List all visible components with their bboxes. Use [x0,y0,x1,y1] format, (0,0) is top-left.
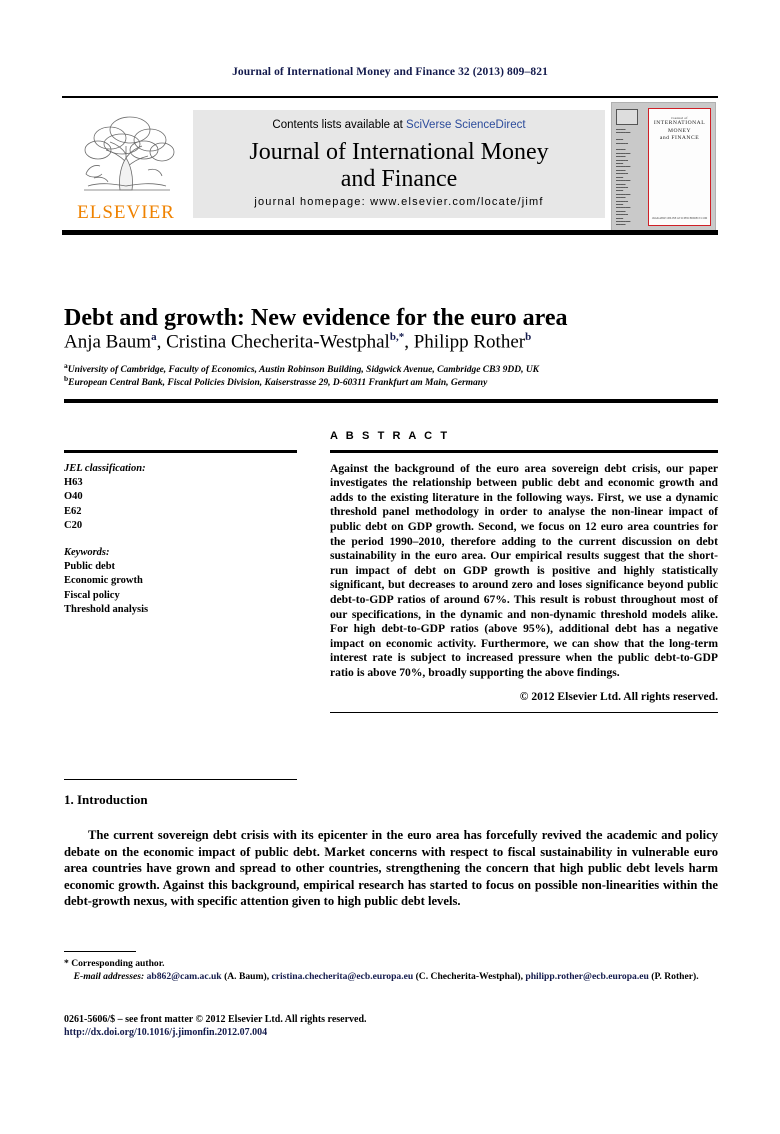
keyword-2: Fiscal policy [64,589,120,601]
jel-code-0: H63 [64,476,83,488]
section-heading-introduction: 1. Introduction [64,792,148,807]
keywords-label: Keywords: [64,546,110,558]
abstract-column: A B S T R A C T Against the background o… [330,430,718,713]
journal-cover-thumbnail: ▬▬▬▬ ▬▬▬▬▬▬ ▬▬▬ ▬▬▬▬▬ ▬▬▬▬ ▬▬▬▬▬▬ ▬▬▬▬ ▬▬▬▬▬ ▬▬▬… [611,102,716,232]
issn-line: 0261-5606/$ – see front matter © 2012 El… [64,1014,367,1025]
author-mark-2: b [525,331,532,343]
elsevier-wordmark: ELSEVIER [77,202,175,223]
author-name-1: Cristina Checherita-Westphal [166,331,390,353]
abstract-bottom-rule [330,711,718,713]
cover-footer-text: AVAILABLE ONLINE AT SCIENCEDIRECT.COM [651,217,708,220]
corresponding-author-note: * Corresponding author. [64,958,165,969]
cover-line2: MONEY [667,127,691,134]
journal-title: Journal of International Money and Finan… [193,139,605,193]
journal-title-line1: Journal of International Money [249,139,549,165]
masthead-top-rule [62,96,718,98]
article-info-top-rule [64,450,297,453]
author-mark-0: a [151,331,157,343]
cover-line1: INTERNATIONAL [653,120,706,126]
article-page: Journal of International Money and Finan… [0,0,780,1134]
abstract-copyright: © 2012 Elsevier Ltd. All rights reserved… [519,689,718,703]
article-info-bottom-rule [64,778,297,780]
email-label: E-mail addresses: [73,971,145,982]
elsevier-logo: ELSEVIER [62,102,190,230]
email-owner-0: (A. Baum) [224,971,267,982]
email-link-2[interactable]: philipp.rother@ecb.europa.eu [525,971,648,982]
email-addresses-note: E-mail addresses: ab862@cam.ac.uk (A. Ba… [73,971,699,982]
journal-title-line2: and Finance [340,166,458,192]
contents-prefix: Contents lists available at [272,119,407,131]
author-list: Anja Bauma, Cristina Checherita-Westphal… [64,331,532,353]
cover-title-text: Journal of INTERNATIONAL MONEY and FINAN… [649,116,710,143]
journal-masthead: ELSEVIER Contents lists available at Sci… [62,96,718,235]
journal-homepage[interactable]: journal homepage: www.elsevier.com/locat… [193,196,605,208]
jel-code-2: E62 [64,505,82,517]
article-info-heading [64,430,297,450]
jel-code-3: C20 [64,520,83,532]
author-mark-1: b,* [389,331,405,343]
keyword-3: Threshold analysis [64,604,149,616]
cover-line3: and FINANCE [659,135,700,142]
footnote-rule [64,951,136,952]
title-block-rule [64,399,718,403]
running-head: Journal of International Money and Finan… [232,66,548,78]
affiliation-b: bEuropean Central Bank, Fiscal Policies … [64,373,724,389]
jel-label: JEL classification: [64,462,146,474]
abstract-text: Against the background of the euro area … [330,461,718,679]
cover-title-panel: Journal of INTERNATIONAL MONEY and FINAN… [648,108,711,226]
masthead-bottom-rule [62,230,718,235]
email-link-0[interactable]: ab862@cam.ac.uk [147,971,222,982]
abstract-heading: A B S T R A C T [330,430,450,442]
affiliation-text-b: European Central Bank, Fiscal Policies D… [68,378,488,389]
keyword-0: Public debt [64,560,116,572]
cover-editorial-column: ▬▬▬▬ ▬▬▬▬▬▬ ▬▬▬ ▬▬▬▬▬ ▬▬▬▬ ▬▬▬▬▬▬ ▬▬▬▬ ▬▬▬▬▬ ▬▬▬… [616,109,644,225]
email-link-1[interactable]: cristina.checherita@ecb.europa.eu [272,971,414,982]
sciencedirect-link[interactable]: SciVerse ScienceDirect [406,119,526,131]
jel-code-1: O40 [64,491,83,503]
email-owner-1: (C. Checherita-Westphal) [415,971,521,982]
masthead-center-band: Contents lists available at SciVerse Sci… [193,110,605,218]
author-name-2: Philipp Rother [413,331,526,353]
cover-elsevier-mark-icon [616,109,638,125]
doi-link[interactable]: http://dx.doi.org/10.1016/j.jimonfin.201… [64,1027,267,1038]
contents-available-line: Contents lists available at SciVerse Sci… [193,119,605,131]
introduction-paragraph: The current sovereign debt crisis with i… [64,828,718,909]
elsevier-tree-icon [84,116,175,191]
info-bottom-spacer [64,618,297,770]
email-owner-2: (P. Rother) [651,971,697,982]
article-info-column: JEL classification: H63 O40 E62 C20 Keyw… [64,430,297,780]
abstract-top-rule [330,450,718,453]
keyword-1: Economic growth [64,575,143,587]
author-name-0: Anja Baum [64,331,152,353]
